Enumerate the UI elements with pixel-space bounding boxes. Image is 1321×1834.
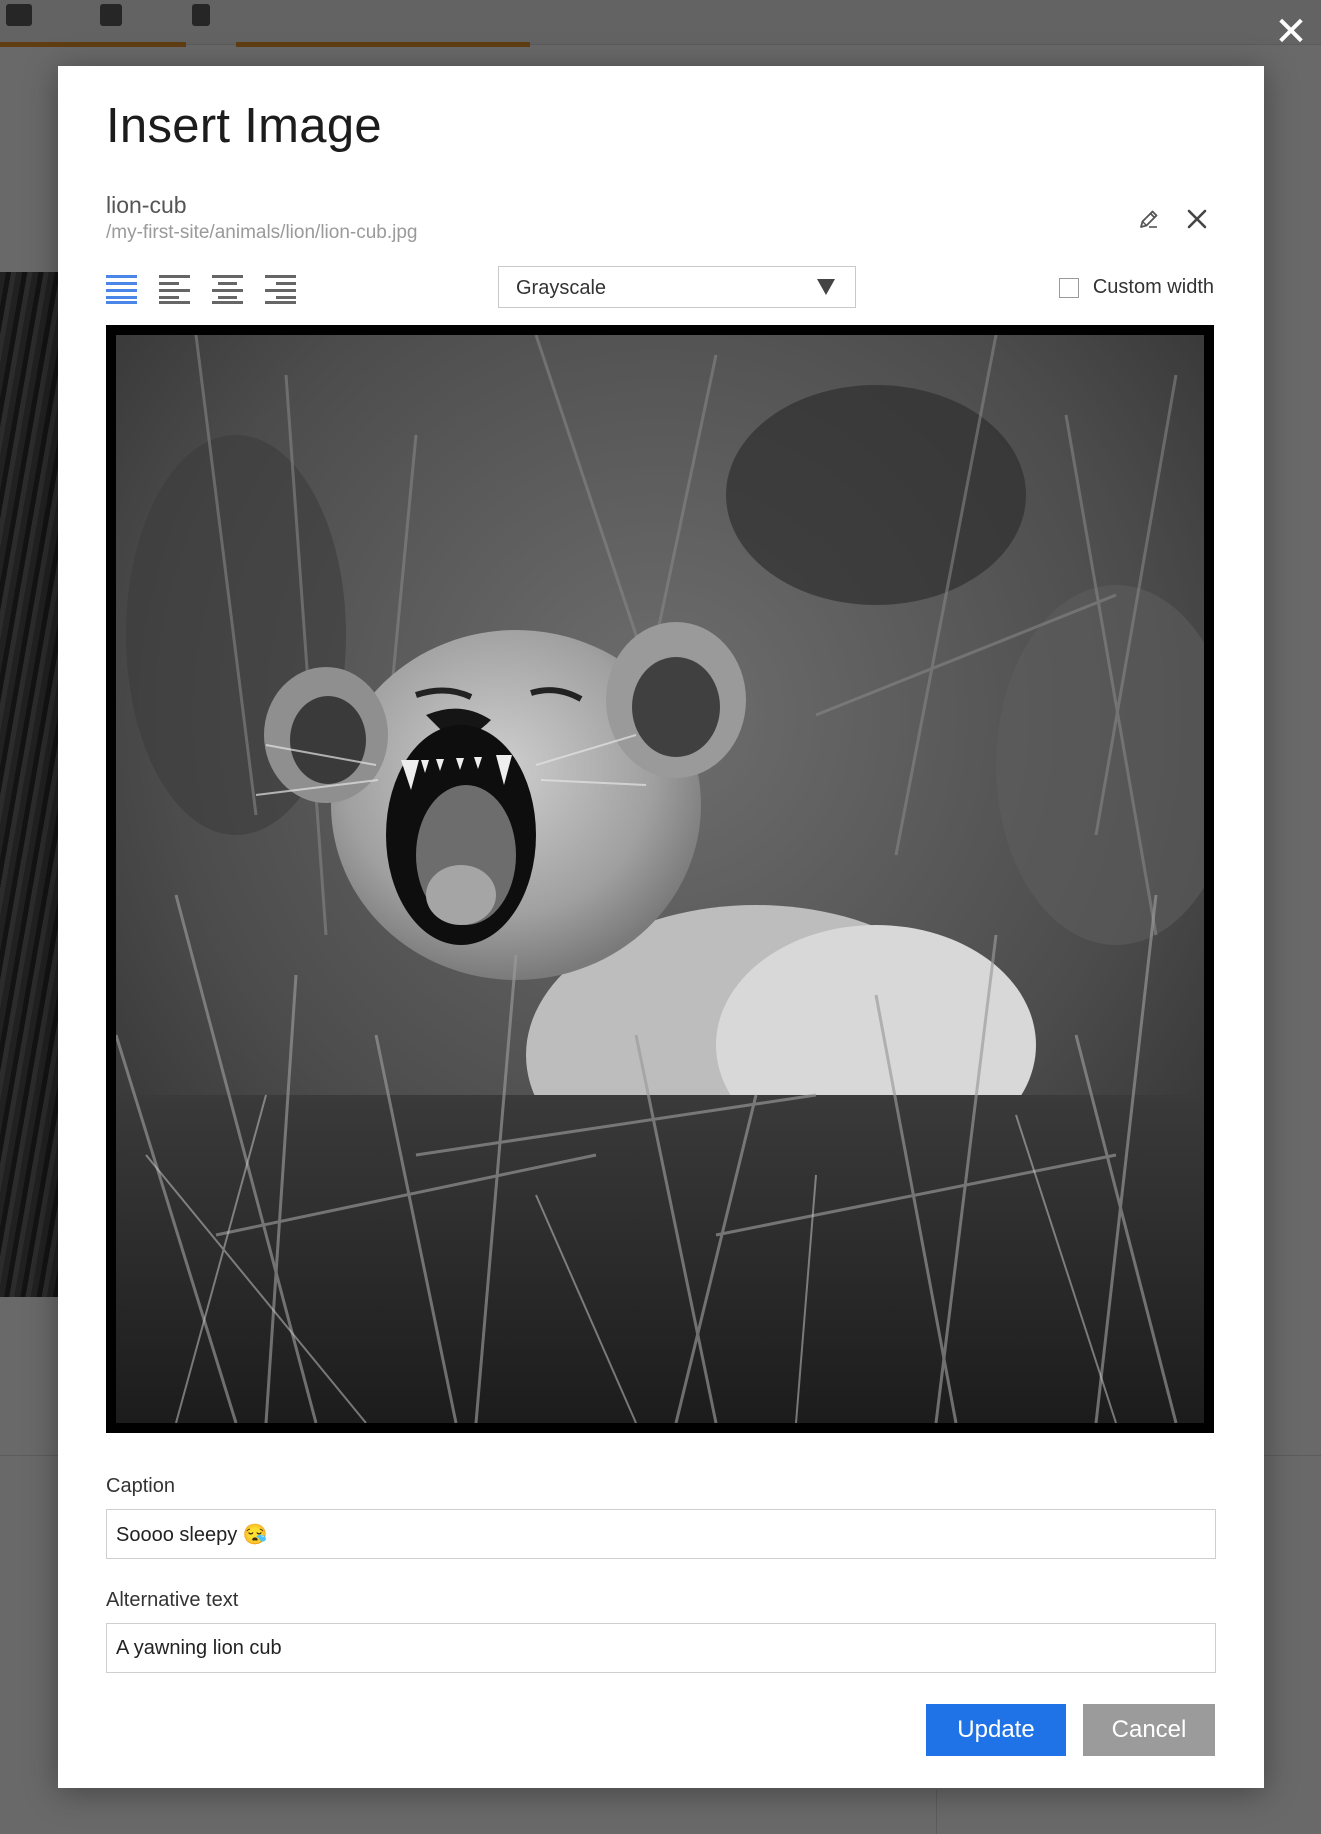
image-file-path: /my-first-site/animals/lion/lion-cub.jpg <box>106 222 418 243</box>
remove-icon[interactable] <box>1180 202 1214 236</box>
alignment-group <box>106 274 296 304</box>
caption-label: Caption <box>106 1475 175 1497</box>
custom-width-label: Custom width <box>1092 276 1214 298</box>
align-left-icon[interactable] <box>159 274 190 304</box>
image-file-name: lion-cub <box>106 192 187 218</box>
alt-text-input[interactable] <box>106 1623 1216 1673</box>
align-center-icon[interactable] <box>212 274 243 304</box>
image-filter-dropdown[interactable]: Grayscale <box>498 266 856 308</box>
image-filter-selected: Grayscale <box>516 277 607 299</box>
alt-text-label: Alternative text <box>106 1589 239 1611</box>
align-right-icon[interactable] <box>265 274 296 304</box>
chevron-down-icon <box>817 279 835 300</box>
custom-width-checkbox[interactable] <box>1058 277 1079 298</box>
edit-icon[interactable] <box>1132 202 1166 236</box>
caption-input[interactable] <box>106 1509 1216 1559</box>
lion-cub-image <box>116 335 1204 1423</box>
dialog-title: Insert Image <box>106 99 382 153</box>
cancel-button[interactable]: Cancel <box>1083 1704 1215 1756</box>
image-preview <box>106 325 1214 1433</box>
custom-width-toggle[interactable]: Custom width <box>1058 276 1214 299</box>
file-actions <box>1132 202 1214 236</box>
close-icon[interactable]: ✕ <box>1273 12 1309 52</box>
align-full-width-icon[interactable] <box>106 274 137 304</box>
update-button[interactable]: Update <box>926 1704 1066 1756</box>
insert-image-dialog: Insert Image lion-cub /my-first-site/ani… <box>58 66 1264 1788</box>
